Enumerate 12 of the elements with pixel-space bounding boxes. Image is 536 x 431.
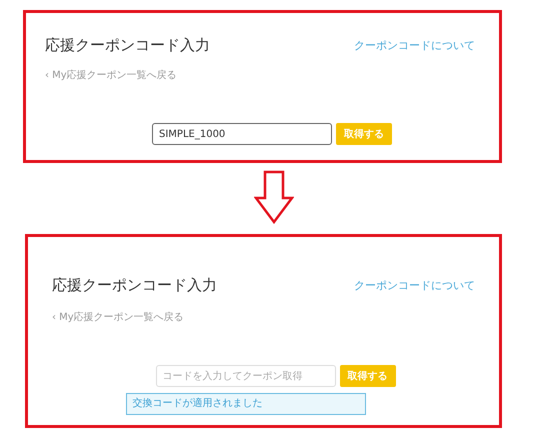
page-title: 応援クーポンコード入力 (45, 35, 210, 55)
success-message: 交換コードが適用されました (126, 393, 366, 415)
page-title: 応援クーポンコード入力 (52, 275, 217, 295)
down-arrow-icon (254, 170, 294, 224)
submit-button[interactable]: 取得する (340, 365, 396, 387)
coupon-code-field[interactable]: コードを入力してクーポン取得 (156, 365, 336, 387)
submit-button[interactable]: 取得する (336, 123, 392, 145)
coupon-code-help-link[interactable]: クーポンコードについて (354, 38, 475, 52)
coupon-code-help-link[interactable]: クーポンコードについて (354, 278, 475, 292)
back-link[interactable]: ‹ My応援クーポン一覧へ戻る (52, 312, 184, 324)
back-link[interactable]: ‹ My応援クーポン一覧へ戻る (45, 70, 177, 82)
coupon-code-field[interactable]: SIMPLE_1000 (152, 123, 332, 145)
